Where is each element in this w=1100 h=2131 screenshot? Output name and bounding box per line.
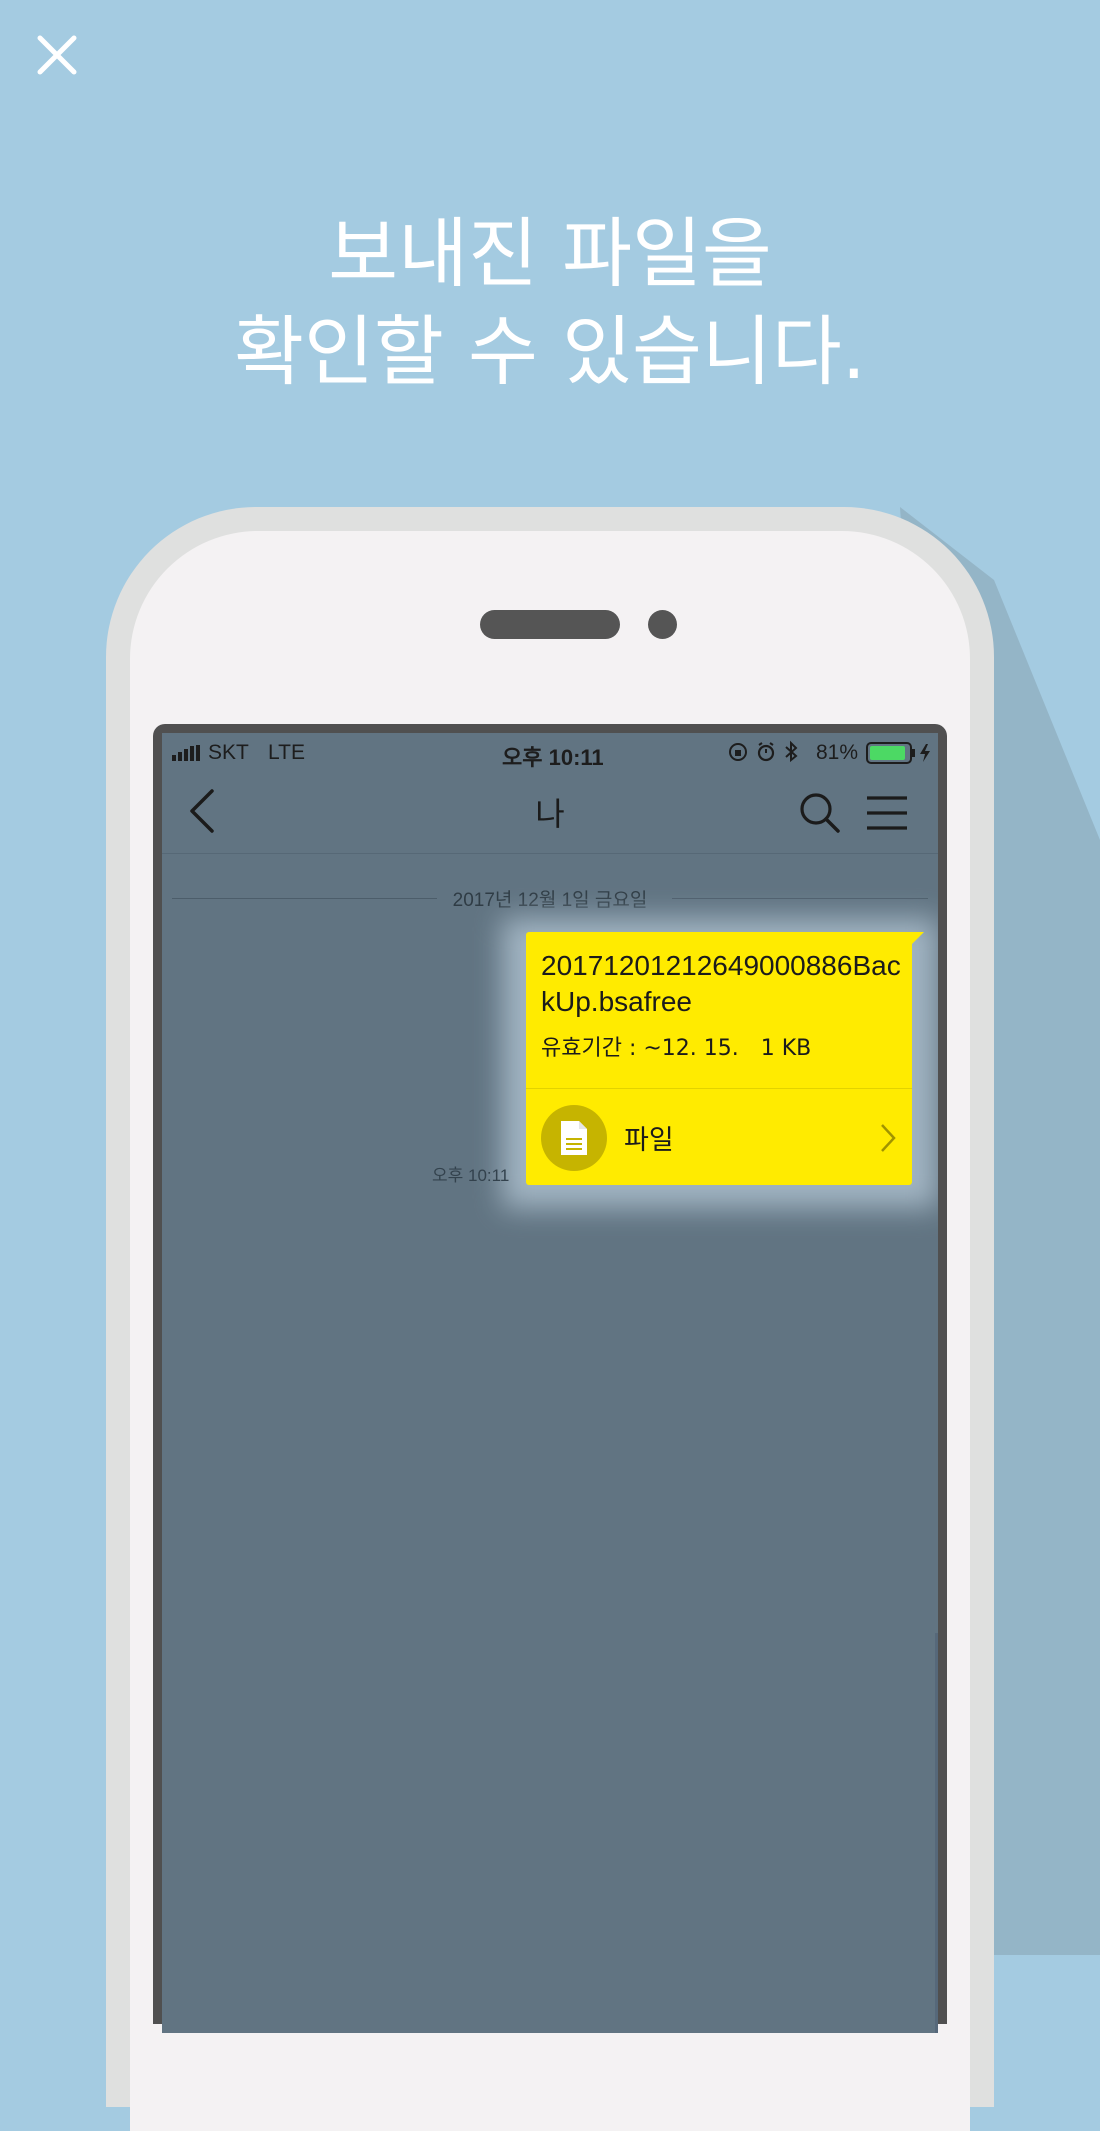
phone-speaker	[480, 610, 620, 639]
file-name: 20171201212649000886BackUp.bsafree	[541, 950, 901, 1017]
file-icon	[561, 1121, 587, 1155]
date-separator: 2017년 12월 1일 금요일	[172, 883, 928, 913]
scrollbar[interactable]	[935, 1633, 938, 2033]
date-divider-right	[672, 898, 928, 899]
chevron-right-icon	[878, 1122, 898, 1158]
headline: 보내진 파일을 확인할 수 있습니다.	[0, 205, 1100, 401]
close-button[interactable]	[30, 28, 84, 82]
headline-line-2: 확인할 수 있습니다.	[234, 307, 866, 396]
file-icon-badge	[541, 1105, 607, 1171]
message-time: 오후 10:11	[432, 1166, 510, 1185]
lock-rotation-icon	[729, 743, 747, 761]
status-bar: SKT LTE 오후 10:11 81%	[162, 733, 938, 770]
chat-nav-bar: 나	[162, 769, 938, 854]
menu-button[interactable]	[865, 793, 909, 833]
phone-screen: SKT LTE 오후 10:11 81% 나 2017년 12월 1일 금요일 …	[162, 733, 938, 2033]
carrier-label: SKT	[208, 741, 249, 764]
headline-line-1: 보내진 파일을	[328, 209, 772, 298]
signal-icon	[172, 745, 200, 761]
search-button[interactable]	[798, 791, 842, 835]
close-icon	[37, 35, 77, 75]
file-expiry: 유효기간 : ~12. 15.	[541, 1036, 739, 1061]
alarm-icon	[757, 742, 775, 762]
status-icons	[728, 740, 812, 770]
file-meta: 유효기간 : ~12. 15. 1 KB	[541, 1030, 833, 1062]
status-time: 오후 10:11	[502, 745, 604, 770]
bluetooth-icon	[785, 740, 798, 763]
file-message-bubble[interactable]: 20171201212649000886BackUp.bsafree 유효기간 …	[526, 932, 912, 1185]
file-size: 1 KB	[760, 1036, 812, 1061]
file-label: 파일	[624, 1125, 674, 1156]
battery-icon	[866, 742, 936, 770]
search-icon	[800, 793, 840, 833]
battery-percent: 81%	[816, 741, 859, 764]
phone-camera	[648, 610, 677, 639]
bubble-tail	[908, 932, 924, 944]
bubble-divider	[526, 1088, 912, 1089]
network-label: LTE	[268, 741, 305, 764]
charging-icon	[920, 744, 930, 762]
menu-icon	[867, 796, 907, 830]
